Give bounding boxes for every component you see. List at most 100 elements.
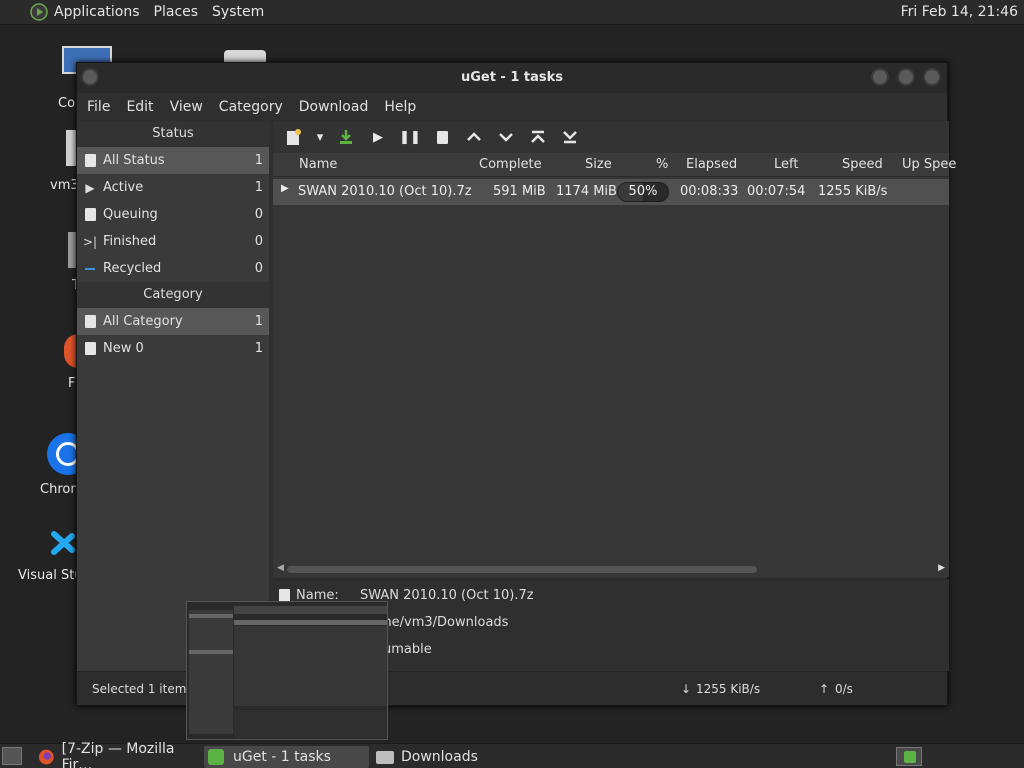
- scroll-right-icon[interactable]: ▶: [938, 563, 945, 573]
- task-speed: 1255 KiB/s: [818, 184, 888, 199]
- bottom-taskbar: [7-Zip — Mozilla Fir… uGet - 1 tasks Dow…: [0, 741, 1024, 768]
- sidebar: Status All Status 1 ▶ Active 1 Queuing 0…: [77, 121, 269, 675]
- menu-edit[interactable]: Edit: [126, 99, 153, 115]
- detail-status-row: umable: [383, 642, 432, 657]
- play-icon[interactable]: ▶: [365, 125, 391, 149]
- col-left[interactable]: Left: [774, 157, 798, 172]
- documents-icon: [83, 342, 97, 356]
- progress-bar: 50%: [617, 182, 669, 202]
- system-menu[interactable]: System: [212, 4, 264, 20]
- taskbar-item-label: [7-Zip — Mozilla Fir…: [61, 741, 175, 768]
- task-left: 00:07:54: [747, 184, 806, 199]
- sidebar-item-count: 0: [254, 261, 263, 276]
- play-icon: ▶: [85, 180, 95, 195]
- applications-menu[interactable]: Applications: [54, 4, 140, 20]
- taskbar-item-uget[interactable]: uGet - 1 tasks: [204, 746, 369, 768]
- move-bottom-icon[interactable]: [557, 125, 583, 149]
- col-percent[interactable]: %: [656, 157, 668, 172]
- window-titlebar[interactable]: uGet - 1 tasks: [77, 63, 947, 93]
- progress-text: 50%: [628, 184, 658, 199]
- col-elapsed[interactable]: Elapsed: [686, 157, 737, 172]
- new-download-icon[interactable]: [281, 125, 307, 149]
- window-preview-thumbnail[interactable]: [186, 601, 388, 740]
- show-desktop-icon[interactable]: [2, 747, 22, 765]
- recycle-dash-icon: [83, 262, 97, 276]
- move-top-icon[interactable]: [525, 125, 551, 149]
- preview-task-area: [234, 626, 387, 706]
- sidebar-item-label: New 0: [103, 341, 144, 356]
- chevron-down-icon[interactable]: ▾: [313, 125, 327, 149]
- sidebar-item-recycled[interactable]: Recycled 0: [77, 255, 269, 282]
- menu-category[interactable]: Category: [219, 99, 283, 115]
- preview-toolbar: [234, 606, 387, 614]
- sidebar-item-count: 1: [254, 153, 263, 168]
- table-row[interactable]: ▶ SWAN 2010.10 (Oct 10).7z 591 MiB 1174 …: [273, 179, 949, 205]
- sidebar-item-all-status[interactable]: All Status 1: [77, 147, 269, 174]
- pause-icon[interactable]: ❚❚: [397, 125, 423, 149]
- taskbar-item-label: Downloads: [401, 749, 478, 765]
- documents-icon: [83, 154, 97, 168]
- applications-icon[interactable]: [30, 3, 48, 21]
- status-header: Status: [77, 121, 269, 147]
- sidebar-item-count: 1: [254, 314, 263, 329]
- sidebar-item-queuing[interactable]: Queuing 0: [77, 201, 269, 228]
- col-speed[interactable]: Speed: [842, 157, 883, 172]
- task-elapsed: 00:08:33: [680, 184, 739, 199]
- document-icon: [83, 208, 97, 222]
- download-arrow-icon[interactable]: [333, 125, 359, 149]
- menu-file[interactable]: File: [87, 99, 110, 115]
- menu-download[interactable]: Download: [299, 99, 369, 115]
- trash-icon: [68, 232, 76, 268]
- sidebar-item-label: Finished: [103, 234, 157, 249]
- menubar: File Edit View Category Download Help: [77, 93, 947, 121]
- sidebar-item-active[interactable]: ▶ Active 1: [77, 174, 269, 201]
- menu-help[interactable]: Help: [384, 99, 416, 115]
- folder-icon: [376, 750, 394, 764]
- scroll-left-icon[interactable]: ◀: [277, 563, 284, 573]
- sidebar-item-label: All Status: [103, 153, 165, 168]
- sidebar-item-label: Active: [103, 180, 144, 195]
- uget-tray-icon[interactable]: [896, 747, 922, 766]
- sidebar-item-new-0[interactable]: New 0 1: [77, 335, 269, 362]
- sidebar-item-count: 1: [254, 180, 263, 195]
- top-panel: Applications Places System Fri Feb 14, 2…: [0, 0, 1024, 25]
- skip-end-icon: >|: [82, 234, 98, 249]
- detail-status-value: umable: [383, 642, 432, 657]
- sidebar-item-label: Queuing: [103, 207, 158, 222]
- sidebar-item-label: All Category: [103, 314, 183, 329]
- selected-count: Selected 1 items: [92, 682, 193, 696]
- minimize-button[interactable]: [871, 68, 889, 86]
- places-menu[interactable]: Places: [154, 4, 199, 20]
- taskbar-item-downloads[interactable]: Downloads: [374, 746, 524, 768]
- col-complete[interactable]: Complete: [479, 157, 542, 172]
- sidebar-item-finished[interactable]: >| Finished 0: [77, 228, 269, 255]
- sidebar-item-count: 1: [254, 341, 263, 356]
- category-header: Category: [77, 282, 269, 308]
- col-up-speed[interactable]: Up Spee: [902, 157, 956, 172]
- taskbar-item-firefox[interactable]: [7-Zip — Mozilla Fir…: [38, 741, 198, 768]
- scrollbar-thumb[interactable]: [287, 566, 757, 573]
- window-title: uGet - 1 tasks: [460, 70, 564, 85]
- properties-icon[interactable]: [429, 125, 455, 149]
- close-button[interactable]: [923, 68, 941, 86]
- preview-sidebar-selection-2: [189, 650, 233, 654]
- col-size[interactable]: Size: [585, 157, 612, 172]
- detail-folder-value: me/vm3/Downloads: [379, 615, 509, 630]
- expand-arrow-icon[interactable]: ▶: [281, 183, 289, 194]
- preview-row: [234, 620, 387, 625]
- detail-folder-row: me/vm3/Downloads: [379, 615, 508, 630]
- download-speed: 1255 KiB/s: [696, 682, 761, 696]
- move-up-icon[interactable]: [461, 125, 487, 149]
- col-name[interactable]: Name: [299, 157, 337, 172]
- horizontal-scrollbar[interactable]: ◀ ▶: [277, 563, 945, 575]
- preview-sidebar-selection: [189, 614, 233, 618]
- menu-view[interactable]: View: [170, 99, 203, 115]
- maximize-button[interactable]: [897, 68, 915, 86]
- uget-icon: [208, 749, 224, 765]
- clock[interactable]: Fri Feb 14, 21:46: [901, 4, 1018, 20]
- folder-icon: [66, 130, 76, 166]
- move-down-icon[interactable]: [493, 125, 519, 149]
- column-headers: Name Complete Size % Elapsed Left Speed …: [273, 153, 956, 177]
- sidebar-item-all-category[interactable]: All Category 1: [77, 308, 269, 335]
- upload-speed: 0/s: [835, 682, 853, 696]
